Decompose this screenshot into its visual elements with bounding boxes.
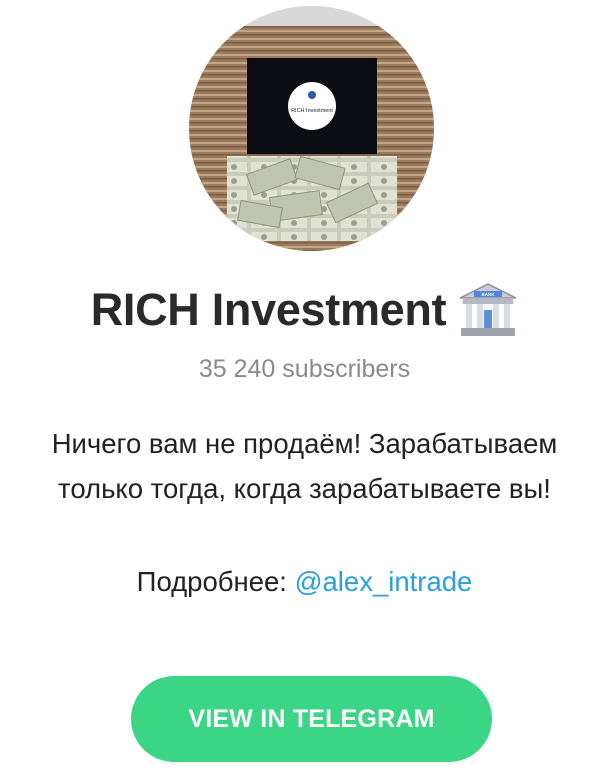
telegram-channel-preview: RICH Investment RICH Investment BANK 35 … [0, 0, 609, 780]
svg-text:BANK: BANK [482, 292, 496, 297]
avatar-logo-text: RICH Investment [291, 108, 333, 114]
description-line-2: только тогда, когда зарабатываете вы! [58, 473, 551, 504]
channel-description: Ничего вам не продаём! Зарабатываем толь… [0, 421, 609, 511]
view-in-telegram-button[interactable]: VIEW IN TELEGRAM [131, 676, 492, 762]
channel-title: RICH Investment [90, 284, 447, 335]
channel-title-row: RICH Investment BANK [0, 282, 609, 338]
more-info-prefix: Подробнее: [136, 566, 295, 597]
subscriber-count: 35 240 subscribers [198, 355, 411, 383]
description-line-1: Ничего вам не продаём! Зарабатываем [51, 428, 558, 459]
more-info: Подробнее: @alex_intrade [0, 566, 609, 598]
contact-link[interactable]: @alex_intrade [295, 566, 473, 597]
channel-avatar: RICH Investment [189, 6, 434, 251]
bank-building-icon: BANK [458, 282, 518, 338]
